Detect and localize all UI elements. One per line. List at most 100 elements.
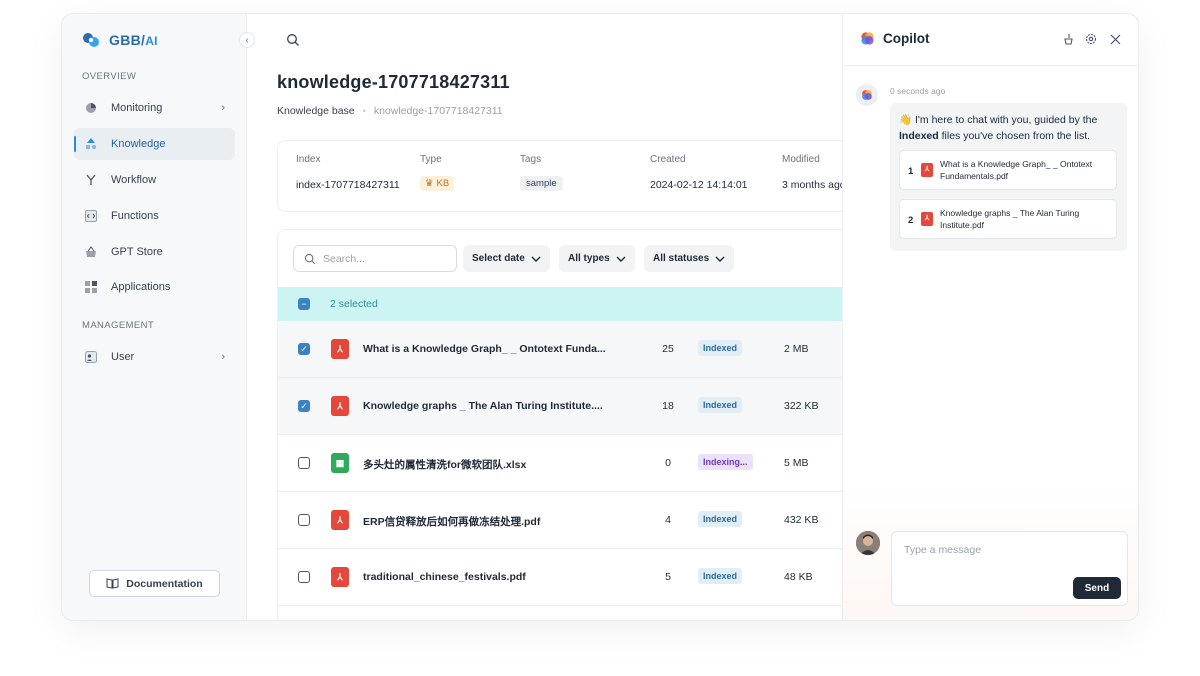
gauge-icon bbox=[84, 101, 98, 115]
file-reference[interactable]: 2 ⅄ Knowledge graphs _ The Alan Turing I… bbox=[899, 199, 1117, 239]
user-avatar bbox=[856, 531, 880, 555]
send-button[interactable]: Send bbox=[1073, 577, 1121, 599]
breadcrumb-root[interactable]: Knowledge base bbox=[277, 105, 355, 117]
sidebar-item-label: Workflow bbox=[111, 174, 157, 186]
message-bold: Indexed bbox=[899, 130, 939, 142]
status-badge: Indexed bbox=[698, 511, 743, 527]
message-text-1: I'm here to chat with you, guided by the bbox=[915, 114, 1098, 126]
type-badge-label: KB bbox=[436, 178, 450, 189]
brand[interactable]: GBB/AI bbox=[82, 31, 158, 49]
file-reference[interactable]: 1 ⅄ What is a Knowledge Graph_ _ Ontotex… bbox=[899, 150, 1117, 190]
info-created: Created 2024-02-12 14:14:01 bbox=[650, 154, 748, 191]
spreadsheet-file-icon: ▦ bbox=[331, 453, 349, 473]
chunk-count: 5 bbox=[665, 571, 671, 583]
filter-label: All statuses bbox=[653, 253, 710, 264]
brand-name: GBB bbox=[109, 32, 142, 48]
minus-icon: − bbox=[301, 299, 307, 309]
table-row[interactable]: ▦ 多头灶的属性清洗for微软团队.xlsx 0 Indexing... 5 M… bbox=[278, 435, 842, 492]
table-row[interactable]: ✓ ⅄ Knowledge graphs _ The Alan Turing I… bbox=[278, 378, 842, 435]
copilot-avatar bbox=[856, 84, 878, 106]
row-checkbox[interactable]: ✓ bbox=[298, 400, 310, 412]
chevron-down-icon bbox=[715, 256, 725, 262]
status-badge: Indexed bbox=[698, 340, 743, 356]
chunk-count: 25 bbox=[662, 343, 674, 355]
file-size: 2 MB bbox=[784, 343, 809, 355]
sidebar-item-applications[interactable]: Applications bbox=[74, 271, 235, 303]
file-name[interactable]: 多头灶的属性清洗for微软团队.xlsx bbox=[363, 457, 618, 472]
copilot-panel: Copilot 0 seconds ago 👋 I'm here to chat… bbox=[842, 14, 1138, 620]
shapes-icon bbox=[84, 137, 98, 151]
info-modified-value: 3 months ago bbox=[782, 179, 842, 191]
select-all-checkbox[interactable]: − bbox=[298, 298, 310, 310]
info-index: Index index-1707718427311 bbox=[296, 154, 400, 191]
breadcrumb-separator: • bbox=[362, 106, 366, 116]
sidebar-item-functions[interactable]: Functions bbox=[74, 200, 235, 232]
chevron-right-icon: › bbox=[221, 351, 225, 363]
sidebar-item-user[interactable]: User › bbox=[74, 341, 235, 373]
info-modified: Modified 3 months ago bbox=[782, 154, 842, 191]
message-placeholder: Type a message bbox=[904, 544, 982, 556]
files-card: Search... Select date All types All stat… bbox=[277, 229, 842, 620]
app-window: GBB/AI OVERVIEW Monitoring › Knowledge W… bbox=[61, 13, 1139, 621]
row-checkbox[interactable]: ✓ bbox=[298, 343, 310, 355]
message-input[interactable]: Type a message Send bbox=[891, 531, 1128, 606]
chunk-count: 18 bbox=[662, 400, 674, 412]
table-row[interactable]: ⅄ traditional_chinese_festivals.pdf 5 In… bbox=[278, 549, 842, 606]
file-name[interactable]: traditional_chinese_festivals.pdf bbox=[363, 571, 618, 583]
documentation-label: Documentation bbox=[126, 577, 203, 590]
pdf-file-icon: ⅄ bbox=[921, 212, 933, 226]
filter-label: All types bbox=[568, 253, 610, 264]
file-name[interactable]: ERP信贷释放后如何再做冻结处理.pdf bbox=[363, 514, 618, 529]
select-date-dropdown[interactable]: Select date bbox=[463, 245, 550, 272]
sidebar-item-label: Monitoring bbox=[111, 102, 163, 114]
clear-chat-icon[interactable] bbox=[1061, 32, 1075, 46]
sidebar-item-label: User bbox=[111, 351, 135, 363]
sidebar-item-monitoring[interactable]: Monitoring › bbox=[74, 92, 235, 124]
fork-icon bbox=[84, 173, 98, 187]
info-tags: Tags sample bbox=[520, 154, 563, 191]
collapse-sidebar-button[interactable]: ‹ bbox=[239, 32, 255, 48]
section-overview: OVERVIEW bbox=[82, 71, 137, 82]
check-icon: ✓ bbox=[300, 400, 308, 411]
row-checkbox[interactable] bbox=[298, 514, 310, 526]
sidebar-item-knowledge[interactable]: Knowledge bbox=[74, 128, 235, 160]
sidebar-item-workflow[interactable]: Workflow bbox=[74, 164, 235, 196]
reference-name: What is a Knowledge Graph_ _ Ontotext Fu… bbox=[940, 159, 1093, 181]
sidebar-item-gpt-store[interactable]: GPT Store bbox=[74, 236, 235, 268]
status-badge: Indexed bbox=[698, 397, 743, 413]
breadcrumb: Knowledge base • knowledge-1707718427311 bbox=[277, 105, 503, 117]
file-size: 322 KB bbox=[784, 400, 819, 412]
settings-gear-icon[interactable] bbox=[1084, 32, 1098, 46]
filter-label: Select date bbox=[472, 253, 525, 264]
selection-bar: − 2 selected bbox=[278, 287, 842, 321]
pdf-file-icon: ⅄ bbox=[921, 163, 933, 177]
search-icon bbox=[304, 253, 316, 264]
status-badge: Indexing... bbox=[698, 454, 753, 470]
table-row[interactable]: ✓ ⅄ What is a Knowledge Graph_ _ Ontotex… bbox=[278, 321, 842, 378]
check-icon: ✓ bbox=[300, 343, 308, 354]
chunk-count: 0 bbox=[665, 457, 671, 469]
chevron-left-icon: ‹ bbox=[245, 34, 249, 46]
search-input[interactable]: Search... bbox=[293, 245, 457, 272]
close-icon[interactable] bbox=[1108, 32, 1122, 46]
sidebar-item-label: Functions bbox=[111, 210, 159, 222]
row-checkbox[interactable] bbox=[298, 571, 310, 583]
chevron-down-icon bbox=[531, 256, 541, 262]
types-dropdown[interactable]: All types bbox=[559, 245, 635, 272]
assistant-message: 👋 I'm here to chat with you, guided by t… bbox=[890, 103, 1127, 251]
table-row[interactable]: ⅄ ERP信贷释放后如何再做冻结处理.pdf 4 Indexed 432 KB bbox=[278, 492, 842, 549]
code-icon bbox=[84, 209, 98, 223]
file-name[interactable]: Knowledge graphs _ The Alan Turing Insti… bbox=[363, 400, 618, 412]
row-checkbox[interactable] bbox=[298, 457, 310, 469]
type-badge: ♛ KB bbox=[420, 176, 455, 191]
basket-icon bbox=[84, 245, 98, 259]
search-icon[interactable] bbox=[286, 33, 300, 47]
info-type-label: Type bbox=[420, 154, 442, 165]
sidebar-item-label: Knowledge bbox=[111, 138, 166, 150]
documentation-button[interactable]: Documentation bbox=[89, 570, 220, 597]
statuses-dropdown[interactable]: All statuses bbox=[644, 245, 735, 272]
copilot-logo-icon bbox=[862, 90, 872, 100]
pdf-file-icon: ⅄ bbox=[331, 339, 349, 359]
chunk-count: 4 bbox=[665, 514, 671, 526]
file-name[interactable]: What is a Knowledge Graph_ _ Ontotext Fu… bbox=[363, 343, 618, 355]
